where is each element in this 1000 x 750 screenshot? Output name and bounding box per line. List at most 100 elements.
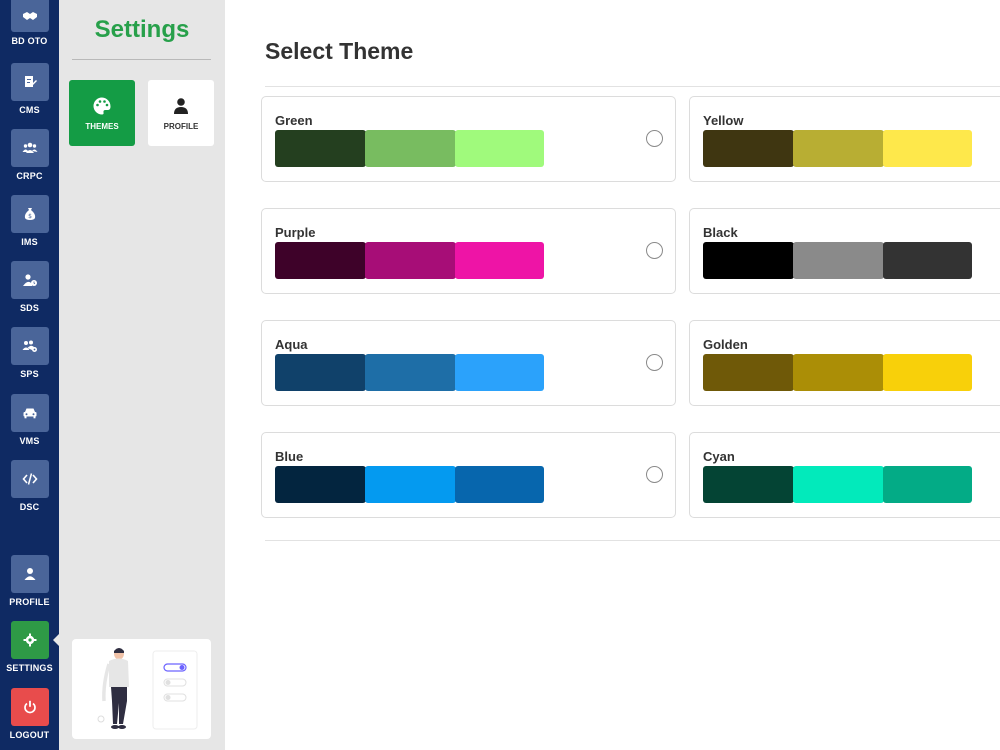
tab-label: PROFILE [163,121,199,131]
theme-name: Black [703,225,738,240]
users-cog-icon [10,327,49,365]
settings-panel: Settings THEMES PROFILE [59,0,225,750]
svg-text:$: $ [28,213,32,220]
color-swatch [703,242,794,279]
theme-card-cyan[interactable]: Cyan [689,432,1000,518]
theme-swatches [703,354,972,391]
sidebar-item-vms[interactable]: VMS [0,394,59,446]
power-icon [10,688,49,726]
color-swatch [883,466,972,503]
theme-radio-purple[interactable] [646,242,663,259]
divider [265,86,1000,87]
theme-card-purple[interactable]: Purple [261,208,676,294]
color-swatch [793,354,884,391]
theme-swatches [275,242,544,279]
handshake-icon [10,0,49,32]
theme-swatches [703,242,972,279]
page-title: Select Theme [265,38,414,64]
theme-swatches [275,354,544,391]
car-icon [10,394,49,432]
theme-card-golden[interactable]: Golden [689,320,1000,406]
money-bag-icon: $ [10,195,49,233]
tab-themes[interactable]: THEMES [69,80,135,146]
color-swatch [365,466,456,503]
sidebar-item-label: VMS [19,436,40,446]
panel-title: Settings [94,16,190,43]
color-swatch [703,354,794,391]
users-group-icon [10,129,49,167]
theme-card-green[interactable]: Green [261,96,676,182]
color-swatch [883,354,972,391]
color-swatch [365,354,456,391]
theme-name: Cyan [703,449,735,464]
sidebar-item-bd-oto[interactable]: BD OTO [0,0,59,46]
color-swatch [275,466,366,503]
tab-label: THEMES [85,121,119,131]
color-swatch [793,242,884,279]
theme-radio-green[interactable] [646,130,663,147]
divider [265,540,1000,541]
theme-name: Aqua [275,337,308,352]
theme-swatches [703,466,972,503]
sidebar-item-label: DSC [19,502,40,512]
theme-card-blue[interactable]: Blue [261,432,676,518]
user-icon [174,97,188,114]
color-swatch [455,242,544,279]
user-icon [10,555,49,593]
sidebar-item-label: IMS [21,237,38,247]
color-swatch [455,130,544,167]
color-swatch [703,466,794,503]
sidebar-item-cms[interactable]: CMS [0,63,59,115]
color-swatch [275,242,366,279]
sidebar-item-label: LOGOUT [9,730,50,740]
sidebar-item-profile[interactable]: PROFILE [0,555,59,607]
theme-card-aqua[interactable]: Aqua [261,320,676,406]
sidebar-item-label: BD OTO [11,36,48,46]
code-icon [10,460,49,498]
sidebar-item-ims[interactable]: $ IMS [0,195,59,247]
sidebar-item-crpc[interactable]: CRPC [0,129,59,181]
color-swatch [455,354,544,391]
sidebar-item-label: SETTINGS [6,663,53,673]
sidebar-item-label: CRPC [16,171,43,181]
color-swatch [275,354,366,391]
palette-icon [93,97,111,114]
sidebar-item-label: SPS [20,369,39,379]
theme-radio-blue[interactable] [646,466,663,483]
theme-card-black[interactable]: Black [689,208,1000,294]
sidebar-item-settings[interactable]: SETTINGS [0,621,59,673]
sidebar-item-dsc[interactable]: DSC [0,460,59,512]
theme-radio-aqua[interactable] [646,354,663,371]
sidebar-item-label: SDS [19,303,40,313]
color-swatch [365,242,456,279]
theme-swatches [275,130,544,167]
divider [72,59,211,60]
settings-illustration [72,639,211,739]
color-swatch [275,130,366,167]
tab-profile[interactable]: PROFILE [148,80,214,146]
color-swatch [455,466,544,503]
color-swatch [883,130,972,167]
app-sidebar: BD OTO CMS CRPC $ IMS SDS SPS VMS DSC PR… [0,0,59,750]
sidebar-item-sps[interactable]: SPS [0,327,59,379]
color-swatch [365,130,456,167]
theme-card-yellow[interactable]: Yellow [689,96,1000,182]
theme-name: Yellow [703,113,744,128]
color-swatch [793,466,884,503]
color-swatch [703,130,794,167]
gear-icon [10,621,49,659]
user-clock-icon [10,261,49,299]
theme-name: Blue [275,449,304,464]
color-swatch [793,130,884,167]
sidebar-item-sds[interactable]: SDS [0,261,59,313]
document-edit-icon [10,63,49,101]
theme-swatches [703,130,972,167]
theme-name: Purple [275,225,316,240]
color-swatch [883,242,972,279]
theme-name: Green [275,113,313,128]
sidebar-item-logout[interactable]: LOGOUT [0,688,59,740]
theme-name: Golden [703,337,748,352]
sidebar-item-label: CMS [19,105,40,115]
theme-swatches [275,466,544,503]
sidebar-item-label: PROFILE [9,597,50,607]
